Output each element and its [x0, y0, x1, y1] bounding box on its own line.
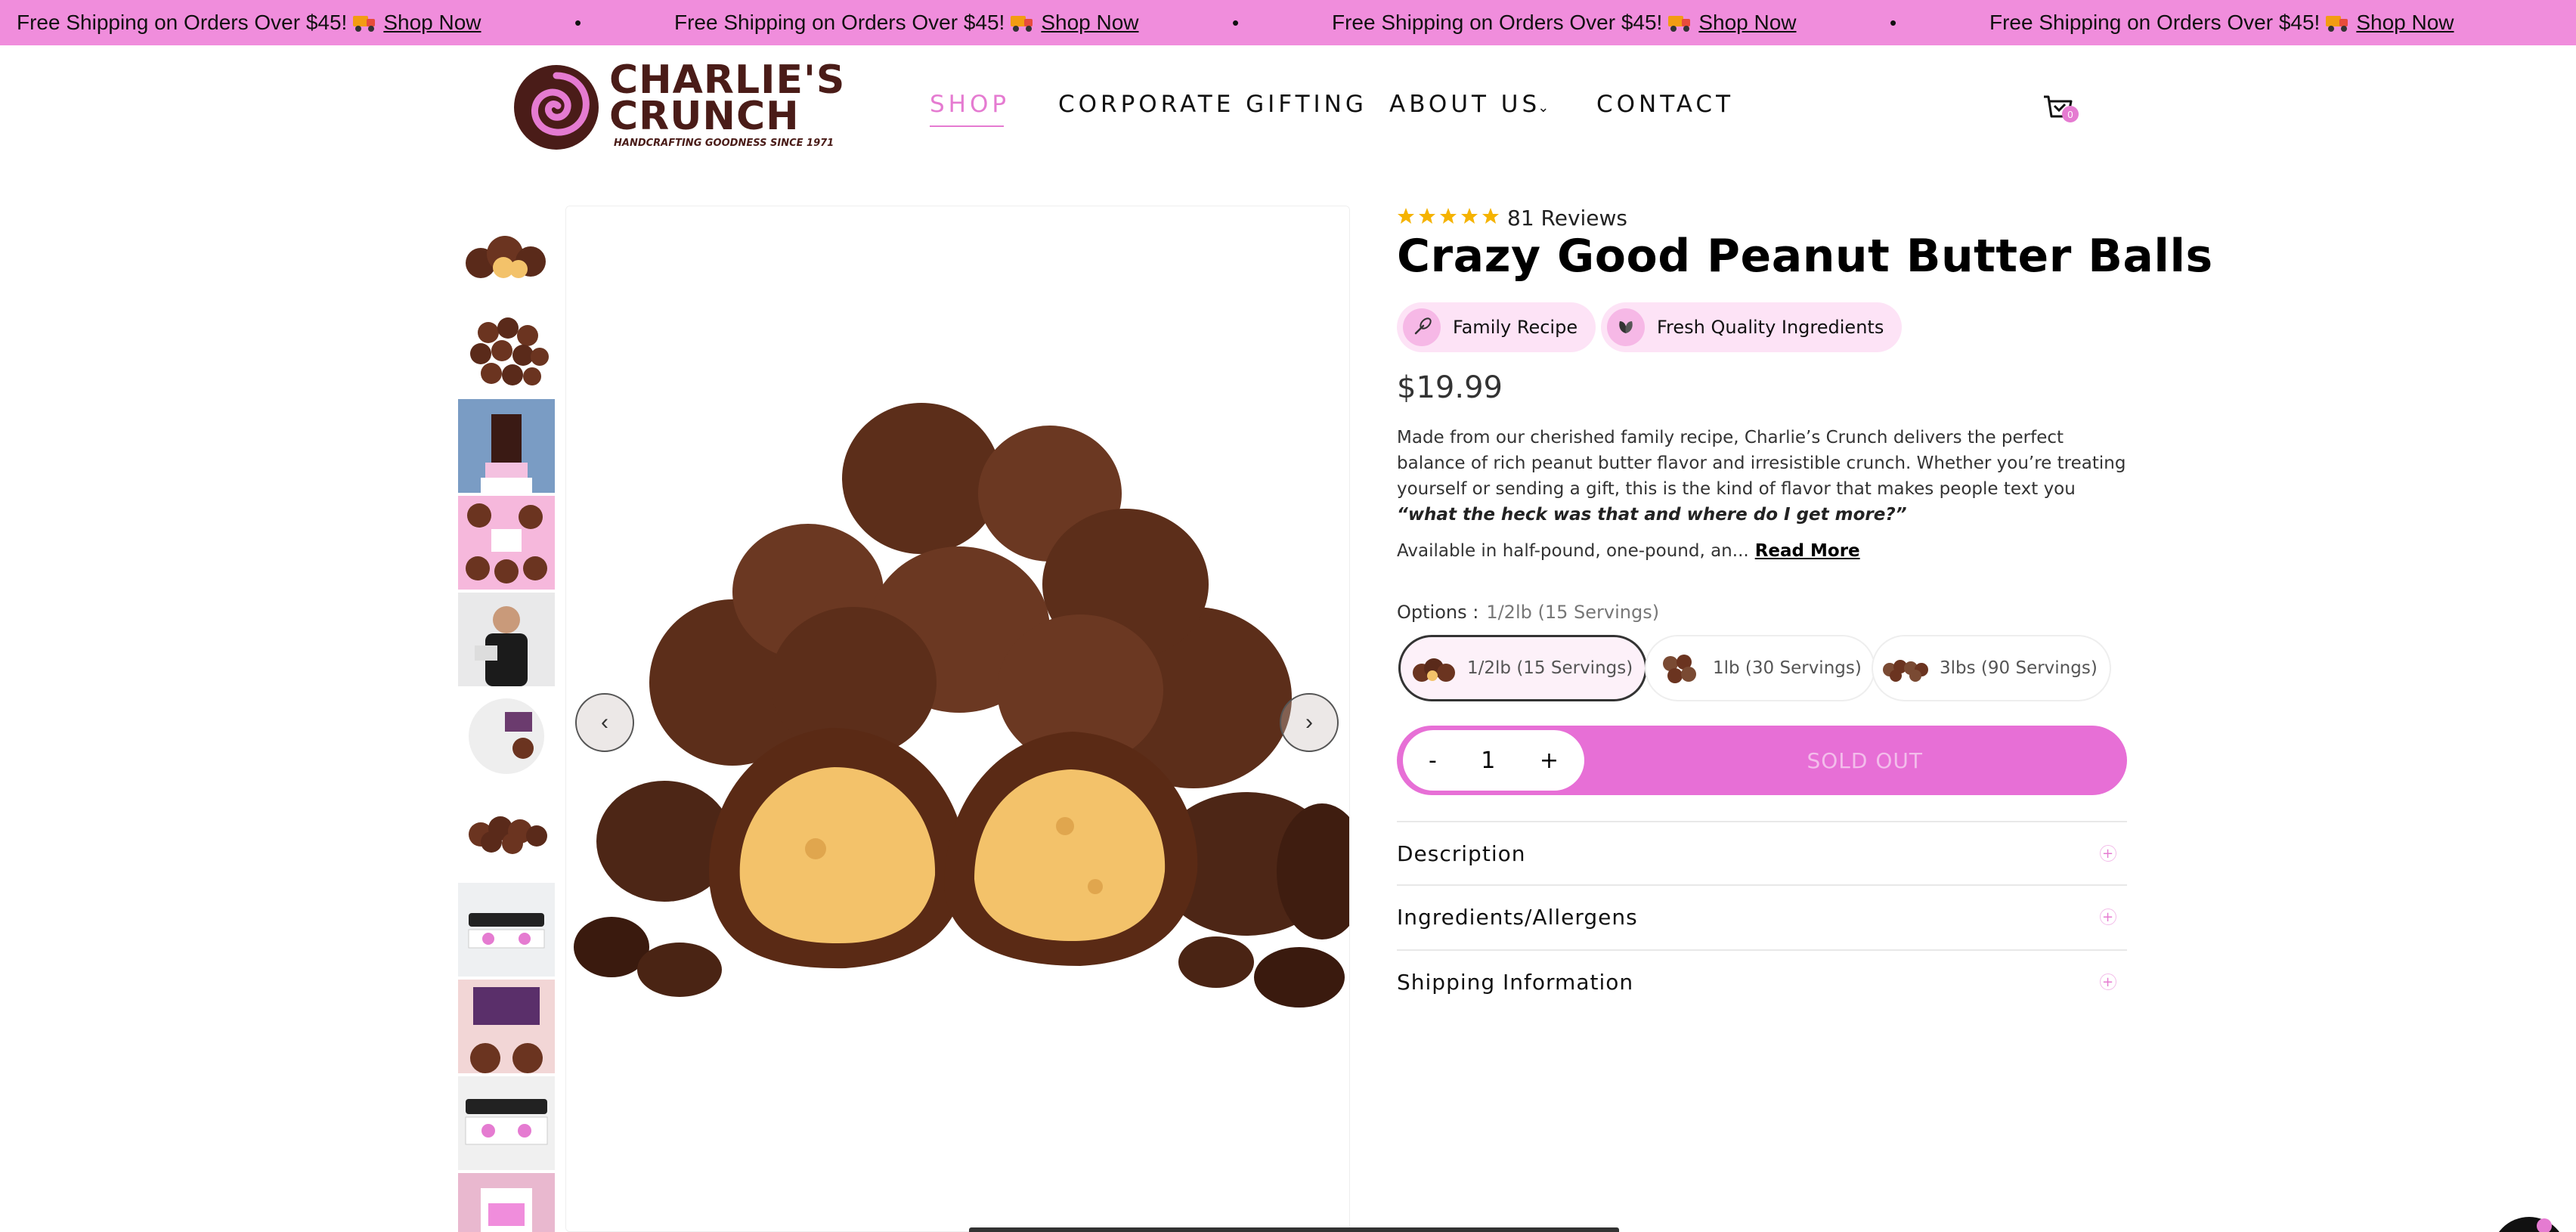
thumbnail-9[interactable]	[458, 980, 555, 1073]
thumbnail-5[interactable]	[458, 593, 555, 686]
logo-line-2: CRUNCH	[609, 94, 800, 139]
option-thumbnail	[1883, 660, 1928, 682]
gallery-next-button[interactable]: ›	[1280, 693, 1339, 752]
option-label: 3lbs (90 Servings)	[1940, 658, 2098, 678]
truck-icon	[1011, 14, 1033, 32]
star-icon	[1482, 208, 1499, 224]
cart-count-badge: 0	[2062, 106, 2079, 122]
gallery-prev-button[interactable]: ‹	[575, 693, 634, 752]
star-icon	[1398, 208, 1414, 224]
whisk-icon	[1403, 308, 1441, 346]
option-one-pound[interactable]: 1lb (30 Servings)	[1645, 635, 1875, 701]
availability-label: Available in half-pound, one-pound, an..…	[1397, 541, 1749, 561]
thumbnail-2[interactable]	[458, 302, 555, 396]
badge-label: Fresh Quality Ingredients	[1657, 317, 1884, 338]
option-label: 1/2lb (15 Servings)	[1467, 658, 1633, 678]
truck-icon	[353, 14, 376, 32]
shop-now-link[interactable]: Shop Now	[383, 11, 481, 35]
announcement-item: Free Shipping on Orders Over $45! Shop N…	[1989, 0, 2454, 45]
thumbnail-7[interactable]	[458, 786, 555, 880]
thumbnail-4[interactable]	[458, 496, 555, 590]
announcement-separator: •	[574, 11, 582, 34]
quantity-value[interactable]: 1	[1481, 748, 1495, 774]
read-more-link[interactable]: Read More	[1755, 541, 1860, 561]
accordion-label: Ingredients/Allergens	[1397, 904, 1638, 930]
option-thumbnail	[1663, 655, 1696, 683]
announcement-item: Free Shipping on Orders Over $45! Shop N…	[1332, 0, 1797, 45]
options-label: Options : 1/2lb (15 Servings)	[1397, 602, 1659, 623]
plus-icon: +	[2100, 845, 2116, 862]
nav-contact[interactable]: CONTACT	[1596, 91, 1734, 121]
options-label-text: Options :	[1397, 602, 1479, 623]
badge-fresh-ingredients: Fresh Quality Ingredients	[1601, 302, 1903, 352]
announcement-text: Free Shipping on Orders Over $45!	[1332, 11, 1663, 34]
star-rating	[1397, 207, 1500, 225]
announcement-separator: •	[1890, 11, 1897, 34]
truck-icon	[2326, 14, 2348, 32]
reviews-link[interactable]: 81 Reviews	[1507, 206, 1627, 231]
main-product-image: ‹ ›	[565, 206, 1350, 1232]
chevron-down-icon: ⌄	[1537, 100, 1550, 116]
leaf-icon	[1607, 308, 1645, 346]
product-description: Made from our cherished family recipe, C…	[1397, 425, 2130, 528]
announcement-bar: Free Shipping on Orders Over $45! Shop N…	[0, 0, 2576, 45]
bottom-popup-edge[interactable]	[969, 1227, 1619, 1232]
badge-label: Family Recipe	[1453, 317, 1578, 338]
description-text: Made from our cherished family recipe, C…	[1397, 428, 2126, 499]
announcement-separator: •	[1232, 11, 1240, 34]
shop-now-link[interactable]: Shop Now	[1041, 11, 1138, 35]
thumbnail-1[interactable]	[458, 204, 555, 298]
product-title: Crazy Good Peanut Butter Balls	[1397, 230, 2213, 283]
description-quote: “what the heck was that and where do I g…	[1397, 505, 1907, 525]
thumbnail-10[interactable]	[458, 1076, 555, 1170]
thumbnail-8[interactable]	[458, 883, 555, 977]
badge-family-recipe: Family Recipe	[1397, 302, 1596, 352]
accordion-description[interactable]: Description +	[1397, 821, 2127, 884]
thumbnail-11[interactable]	[458, 1173, 555, 1232]
swirl-logo-icon	[514, 65, 599, 150]
product-price: $19.99	[1397, 370, 1503, 405]
option-three-pounds[interactable]: 3lbs (90 Servings)	[1872, 635, 2111, 701]
announcement-text: Free Shipping on Orders Over $45!	[674, 11, 1005, 34]
announcement-text: Free Shipping on Orders Over $45!	[17, 11, 348, 34]
thumbnail-6[interactable]	[458, 689, 555, 783]
accordion-label: Description	[1397, 840, 1526, 866]
shop-now-link[interactable]: Shop Now	[1698, 11, 1796, 35]
option-half-pound[interactable]: 1/2lb (15 Servings)	[1398, 635, 1648, 701]
announcement-item: Free Shipping on Orders Over $45! Shop N…	[674, 0, 1139, 45]
nav-about-us[interactable]: ABOUT US⌄	[1389, 91, 1549, 121]
availability-text: Available in half-pound, one-pound, an..…	[1397, 541, 1860, 561]
star-icon	[1440, 208, 1457, 224]
announcement-item: Free Shipping on Orders Over $45! Shop N…	[17, 0, 481, 45]
nav-about-us-label: ABOUT US	[1389, 91, 1541, 118]
quantity-increase-button[interactable]: +	[1540, 748, 1559, 774]
quantity-decrease-button[interactable]: -	[1429, 748, 1437, 774]
options-selected-value: 1/2lb (15 Servings)	[1486, 602, 1660, 623]
nav-shop[interactable]: SHOP	[930, 91, 1010, 127]
chat-widget-button[interactable]	[2491, 1217, 2567, 1232]
logo-tagline: HANDCRAFTING GOODNESS SINCE 1971	[614, 138, 834, 149]
shop-now-link[interactable]: Shop Now	[2356, 11, 2454, 35]
site-logo[interactable]: CHARLIE'S CRUNCH HANDCRAFTING GOODNESS S…	[511, 59, 866, 156]
peanut-butter-balls-image	[566, 206, 1349, 1231]
quantity-stepper: - 1 +	[1403, 730, 1584, 791]
plus-icon: +	[2100, 974, 2116, 990]
accordion-shipping[interactable]: Shipping Information +	[1397, 949, 2127, 1013]
chat-notification-dot	[2537, 1218, 2552, 1232]
announcement-text: Free Shipping on Orders Over $45!	[1989, 11, 2321, 34]
thumbnail-3[interactable]	[458, 399, 555, 493]
option-label: 1lb (30 Servings)	[1713, 658, 1862, 678]
logo-line-1: CHARLIE'S	[609, 57, 846, 103]
accordion-ingredients[interactable]: Ingredients/Allergens +	[1397, 884, 2127, 948]
nav-corporate-gifting[interactable]: CORPORATE GIFTING	[1058, 91, 1367, 121]
star-icon	[1461, 208, 1478, 224]
truck-icon	[1668, 14, 1691, 32]
accordion-label: Shipping Information	[1397, 969, 1634, 995]
star-icon	[1419, 208, 1435, 224]
option-thumbnail	[1413, 658, 1455, 682]
thumbnail-gallery	[458, 204, 555, 1232]
plus-icon: +	[2100, 909, 2116, 925]
logo-wordmark: CHARLIE'S CRUNCH	[609, 57, 846, 139]
